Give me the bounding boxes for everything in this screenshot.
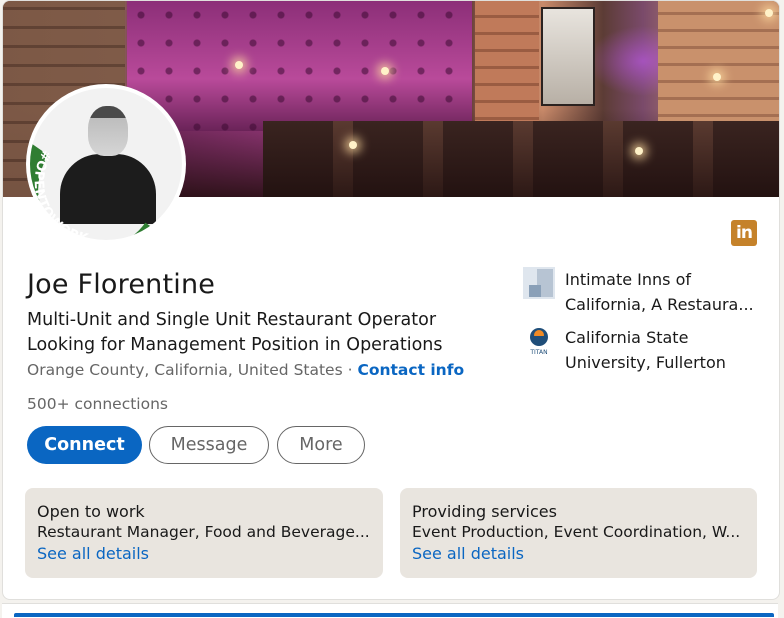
avatar[interactable]: #OPENTOWORK [30,88,182,240]
providing-services-list: Event Production, Event Coordination, W.… [412,523,741,541]
lamp-icon [381,67,389,75]
connect-button[interactable]: Connect [27,426,142,464]
lamp-icon [349,141,357,149]
school-logo-icon: TITAN [523,325,555,357]
profile-headline: Multi-Unit and Single Unit Restaurant Op… [27,308,477,358]
open-to-work-frame: #OPENTOWORK [30,142,167,240]
contact-info-link[interactable]: Contact info [357,361,464,379]
lamp-icon [713,73,721,81]
profile-location: Orange County, California, United States [27,361,343,379]
providing-services-see-details-link[interactable]: See all details [412,543,745,564]
school-logo-text: TITAN [529,349,547,356]
cover-photo-right-wall [658,1,779,131]
open-to-work-see-details-link[interactable]: See all details [37,543,371,564]
company-name-line-1: Intimate Inns of [565,270,692,289]
cover-photo-artwork [541,7,595,106]
company-name-line-2: California, A Restaura... [565,295,754,314]
education-entry[interactable]: TITAN California State University, Fulle… [523,325,726,375]
message-button[interactable]: Message [149,426,269,464]
lamp-icon [235,61,243,69]
open-to-work-roles: Restaurant Manager, Food and Beverage... [37,523,370,541]
providing-services-panel[interactable]: Providing services Event Production, Eve… [400,488,757,578]
lamp-icon [765,9,773,17]
lamp-icon [635,147,643,155]
connections-count[interactable]: 500+ connections [27,395,168,413]
school-name-line-2: University, Fullerton [565,353,726,372]
providing-services-title: Providing services [412,502,557,521]
company-logo-icon [523,267,555,299]
profile-name: Joe Florentine [27,269,216,300]
headline-line-2: Looking for Management Position in Opera… [27,335,443,355]
next-card-accent-line [14,613,774,617]
cover-photo-tables [263,121,779,197]
location-separator: · [342,361,358,379]
current-company-entry[interactable]: Intimate Inns of California, A Restaura.… [523,267,754,317]
more-button[interactable]: More [277,426,365,464]
open-to-work-panel[interactable]: Open to work Restaurant Manager, Food an… [25,488,383,578]
open-to-work-title: Open to work [37,502,145,521]
headline-line-1: Multi-Unit and Single Unit Restaurant Op… [27,310,437,330]
profile-location-row: Orange County, California, United States… [27,361,464,379]
linkedin-logo-icon[interactable]: in [731,220,757,246]
school-name-line-1: California State [565,328,689,347]
